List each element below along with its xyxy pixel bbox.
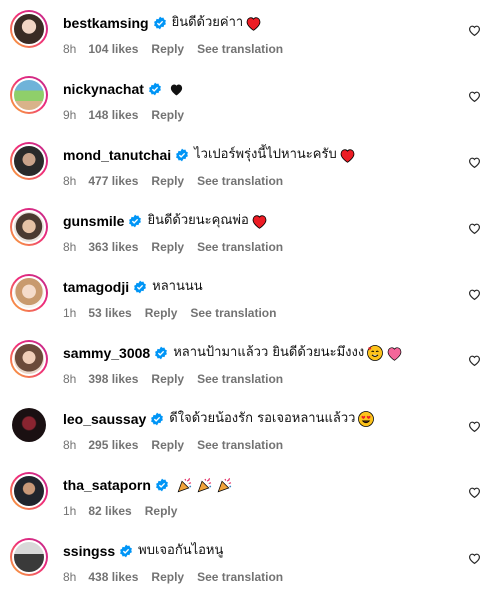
comment-time: 8h — [63, 174, 77, 188]
black-heart-emoji-icon — [169, 83, 184, 96]
comment-text: ยินดีด้วยนะคุณพ่อ — [147, 213, 249, 228]
party-popper-icon — [176, 476, 194, 494]
comment-item: tha_sataporn 1h 82 likes Reply — [0, 462, 491, 528]
comment-username[interactable]: sammy_3008 — [63, 344, 150, 362]
comment-item: tamagodji หลานนน 1h 53 likes Reply See t… — [0, 264, 491, 330]
reply-button[interactable]: Reply — [145, 503, 178, 519]
red-heart-emoji-icon — [245, 16, 262, 31]
avatar[interactable] — [10, 76, 48, 114]
comment-likes[interactable]: 104 likes — [88, 41, 138, 57]
comment-time: 8h — [63, 438, 77, 452]
comment-time: 1h — [63, 504, 77, 518]
party-popper-icon — [196, 476, 214, 494]
comment-item: gunsmile ยินดีด้วยนะคุณพ่อ 8h 363 likes … — [0, 198, 491, 264]
comment-likes[interactable]: 438 likes — [88, 569, 138, 585]
see-translation-button[interactable]: See translation — [197, 569, 283, 585]
comment-text: ดีใจด้วยน้องรัก รอเจอหลานแล้วว — [169, 411, 356, 426]
comment-time: 8h — [63, 372, 77, 386]
like-heart-icon[interactable] — [468, 288, 481, 301]
avatar[interactable] — [10, 10, 48, 48]
like-heart-icon[interactable] — [468, 552, 481, 565]
comment-time: 8h — [63, 42, 77, 56]
reply-button[interactable]: Reply — [151, 41, 184, 57]
reply-button[interactable]: Reply — [145, 305, 178, 321]
comment-item: nickynachat 9h 148 likes Reply — [0, 66, 491, 132]
comment-text: ยินดีด้วยค่าา — [171, 15, 244, 30]
comment-username[interactable]: ssingss — [63, 542, 115, 560]
comment-text: หลานนน — [152, 279, 203, 294]
comment-username[interactable]: gunsmile — [63, 212, 124, 230]
sparkling-heart-icon — [386, 346, 403, 361]
see-translation-button[interactable]: See translation — [190, 305, 276, 321]
reply-button[interactable]: Reply — [151, 239, 184, 255]
see-translation-button[interactable]: See translation — [197, 173, 283, 189]
reply-button[interactable]: Reply — [151, 437, 184, 453]
avatar[interactable] — [10, 142, 48, 180]
heart-eyes-face-icon — [357, 410, 375, 428]
verified-badge-icon — [150, 412, 164, 426]
comment-likes[interactable]: 363 likes — [88, 239, 138, 255]
avatar[interactable] — [10, 406, 48, 444]
comment-time: 8h — [63, 240, 77, 254]
party-popper-icon — [216, 476, 234, 494]
verified-badge-icon — [154, 346, 168, 360]
comment-time: 9h — [63, 108, 77, 122]
comment-likes[interactable]: 148 likes — [88, 107, 138, 123]
comment-item: bestkamsing ยินดีด้วยค่าา 8h 104 likes R… — [0, 0, 491, 66]
like-heart-icon[interactable] — [468, 420, 481, 433]
avatar[interactable] — [10, 340, 48, 378]
avatar[interactable] — [10, 274, 48, 312]
comment-username[interactable]: tamagodji — [63, 278, 129, 296]
reply-button[interactable]: Reply — [151, 173, 184, 189]
like-heart-icon[interactable] — [468, 486, 481, 499]
reply-button[interactable]: Reply — [151, 371, 184, 387]
comment-item: leo_saussay ดีใจด้วยน้องรัก รอเจอหลานแล้… — [0, 396, 491, 462]
avatar[interactable] — [10, 208, 48, 246]
verified-badge-icon — [128, 214, 142, 228]
like-heart-icon[interactable] — [468, 354, 481, 367]
see-translation-button[interactable]: See translation — [197, 239, 283, 255]
like-heart-icon[interactable] — [468, 90, 481, 103]
comment-likes[interactable]: 82 likes — [88, 503, 131, 519]
reply-button[interactable]: Reply — [151, 569, 184, 585]
comment-text: ไวเปอร์พรุ่งนี้ไปหานะครับ — [194, 147, 337, 162]
verified-badge-icon — [175, 148, 189, 162]
comment-likes[interactable]: 477 likes — [88, 173, 138, 189]
verified-badge-icon — [133, 280, 147, 294]
avatar[interactable] — [10, 472, 48, 510]
verified-badge-icon — [119, 544, 133, 558]
red-heart-emoji-icon — [339, 148, 356, 163]
see-translation-button[interactable]: See translation — [197, 437, 283, 453]
comment-likes[interactable]: 398 likes — [88, 371, 138, 387]
verified-badge-icon — [148, 82, 162, 96]
comment-text: พบเจอกันไอหนู — [138, 543, 224, 558]
comment-item: mond_tanutchai ไวเปอร์พรุ่งนี้ไปหานะครับ… — [0, 132, 491, 198]
comment-username[interactable]: mond_tanutchai — [63, 146, 171, 164]
comment-item: sammy_3008 หลานป้ามาแล้วว ยินดีด้วยนะมึง… — [0, 330, 491, 396]
see-translation-button[interactable]: See translation — [197, 371, 283, 387]
comment-likes[interactable]: 295 likes — [88, 437, 138, 453]
avatar[interactable] — [10, 538, 48, 576]
smiling-face-with-hearts-icon — [366, 344, 384, 362]
comments-list: bestkamsing ยินดีด้วยค่าา 8h 104 likes R… — [0, 0, 491, 596]
comment-username[interactable]: nickynachat — [63, 80, 144, 98]
comment-time: 1h — [63, 306, 77, 320]
like-heart-icon[interactable] — [468, 156, 481, 169]
comment-likes[interactable]: 53 likes — [88, 305, 131, 321]
red-heart-emoji-icon — [251, 214, 268, 229]
comment-item: ssingss พบเจอกันไอหนู 8h 438 likes Reply… — [0, 528, 491, 594]
comment-text: หลานป้ามาแล้วว ยินดีด้วยนะมึงงง — [173, 345, 365, 360]
like-heart-icon[interactable] — [468, 222, 481, 235]
see-translation-button[interactable]: See translation — [197, 41, 283, 57]
comment-username[interactable]: bestkamsing — [63, 14, 149, 32]
verified-badge-icon — [153, 16, 167, 30]
comment-username[interactable]: leo_saussay — [63, 410, 146, 428]
comment-time: 8h — [63, 570, 77, 584]
like-heart-icon[interactable] — [468, 24, 481, 37]
reply-button[interactable]: Reply — [151, 107, 184, 123]
verified-badge-icon — [155, 478, 169, 492]
comment-username[interactable]: tha_sataporn — [63, 476, 151, 494]
